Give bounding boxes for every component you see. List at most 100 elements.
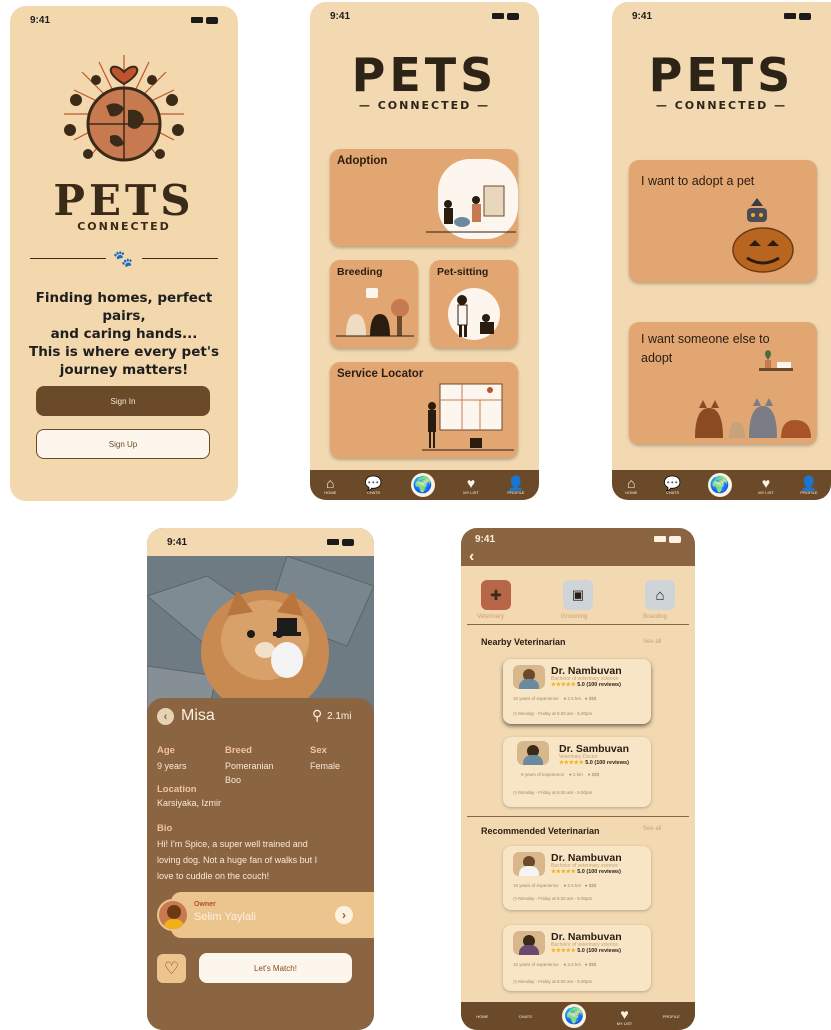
vet-avatar: [517, 741, 549, 765]
tagline: Finding homes, perfect pairs, and caring…: [28, 290, 219, 378]
cats-group-icon: [695, 398, 811, 438]
back-chevron-icon[interactable]: ‹: [469, 548, 474, 566]
map-board-icon: [422, 383, 514, 451]
nav-home[interactable]: ⌂ HOME: [625, 476, 637, 495]
vet-card[interactable]: Dr. Nambuvan Bachelor of veterinary scie…: [503, 659, 651, 724]
match-button[interactable]: Let's Match!: [199, 953, 352, 983]
nav-chats[interactable]: 💬 CHATS: [365, 476, 382, 495]
people-with-dog-icon: [426, 185, 516, 233]
nav-profile[interactable]: 👤 PROFILE: [507, 476, 524, 495]
sign-up-button[interactable]: Sign Up: [36, 429, 210, 459]
pet-distance: 2.1mi: [327, 711, 352, 722]
nav-my-list[interactable]: ♥ MY LIST: [617, 1007, 633, 1026]
globe-icon[interactable]: 🌍: [562, 1004, 587, 1028]
status-icons: [327, 538, 354, 546]
status-icons: [492, 12, 519, 20]
nav-chats[interactable]: 💬 CHATS: [664, 476, 681, 495]
category-veterinary[interactable]: ✚: [481, 580, 511, 610]
bottom-nav: HOME CHATS 🌍 ♥ MY LIST PROFILE: [461, 1002, 695, 1030]
status-time: 9:41: [475, 533, 496, 545]
pet-photo[interactable]: [147, 556, 374, 716]
vet-card[interactable]: Dr. Nambuvan Bachelor of veterinary scie…: [503, 925, 651, 991]
bottom-nav: ⌂ HOME 💬 CHATS 🌍 ♥ MY LIST 👤 PROFILE: [310, 470, 539, 500]
breeding-label: Breeding: [337, 266, 383, 278]
age-value: 9 years: [157, 761, 187, 771]
vet-hours: ◷ Monday - Friday at 8.00 am - 5.00pm: [513, 790, 593, 795]
vet-meta: 9 years of experience ● 2 km ● $$$: [521, 772, 600, 777]
status-time: 9:41: [30, 14, 51, 26]
nav-chats[interactable]: CHATS: [519, 1014, 532, 1019]
divider: [30, 258, 106, 259]
rehome-pet-option[interactable]: I want someone else to adopt: [629, 322, 817, 444]
app-title: PETS: [648, 48, 795, 102]
globe-icon[interactable]: 🌍: [707, 473, 732, 497]
status-icons: [784, 12, 811, 20]
breed-label: Breed: [225, 745, 252, 756]
nav-home[interactable]: ⌂ HOME: [324, 476, 336, 495]
vet-card[interactable]: Dr. Sambuvan Veterinary Doctor ★★★★★ 5.0…: [503, 737, 651, 807]
vet-avatar: [513, 665, 545, 689]
category-boarding[interactable]: ⌂: [645, 580, 675, 610]
vet-hours: ◷ Monday - Friday at 8.00 am - 5.00pm: [513, 711, 593, 716]
pet-profile-screen: 9:41 ‹ Misa ⚲ 2.1mi Age 9 years Breed Po…: [147, 528, 374, 1030]
chevron-right-icon[interactable]: ›: [335, 906, 353, 924]
chat-icon: 💬: [364, 474, 383, 491]
age-label: Age: [157, 745, 175, 756]
home-icon: ⌂: [627, 474, 636, 491]
services-menu-screen: 9:41 PETS — CONNECTED — Adoption Breedin…: [310, 2, 539, 500]
nav-profile[interactable]: 👤 PROFILE: [800, 476, 817, 495]
vet-rating: ★★★★★ 5.0 (100 reviews): [551, 948, 621, 954]
nav-my-list[interactable]: ♥ MY LIST: [758, 476, 774, 495]
adoption-label: Adoption: [337, 155, 388, 167]
paw-cross-icon: ✚: [490, 586, 502, 603]
app-title: PETS: [53, 176, 195, 225]
see-all-link[interactable]: See all: [643, 826, 661, 832]
category-label-veterinary: Veterinary: [477, 614, 505, 620]
status-icons: [654, 535, 681, 543]
status-icons: [191, 16, 218, 24]
pet-sitting-card[interactable]: Pet-sitting: [430, 260, 518, 348]
service-locator-label: Service Locator: [337, 368, 424, 380]
veterinarian-screen: 9:41 ‹ ✚ ▣ ⌂ Veterinary Grooming Boardin…: [461, 528, 695, 1030]
sex-label: Sex: [310, 745, 327, 756]
user-icon: 👤: [800, 474, 818, 491]
heart-icon: ♡: [163, 958, 180, 978]
see-all-link[interactable]: See all: [643, 639, 661, 645]
vet-card[interactable]: Dr. Nambuvan Bachelor of veterinary scie…: [503, 846, 651, 910]
breed-value: Pomeranian Boo: [225, 761, 274, 785]
bottom-nav: ⌂ HOME 💬 CHATS 🌍 ♥ MY LIST 👤 PROFILE: [612, 470, 831, 500]
favorite-button[interactable]: ♡: [157, 954, 186, 983]
vet-rating: ★★★★★ 5.0 (100 reviews): [559, 760, 629, 766]
star-icons: ★★★★★: [551, 948, 576, 954]
back-button[interactable]: ‹: [157, 708, 174, 725]
location-label: Location: [157, 784, 197, 795]
adopt-pet-label: I want to adopt a pet: [641, 174, 755, 188]
divider: [142, 258, 218, 259]
status-bar: 9:41: [461, 528, 695, 550]
sign-in-button[interactable]: Sign In: [36, 386, 210, 416]
category-grooming[interactable]: ▣: [563, 580, 593, 610]
pet-sitting-label: Pet-sitting: [437, 266, 489, 278]
vet-avatar: [513, 931, 545, 955]
category-label-grooming: Grooming: [561, 614, 588, 620]
category-label-boarding: Boarding: [643, 614, 668, 620]
status-bar: 9:41: [147, 528, 374, 556]
nav-profile[interactable]: PROFILE: [663, 1014, 680, 1019]
vet-meta: 10 years of experience ● 2.5 km ● $$$: [513, 962, 597, 967]
adopt-pet-option[interactable]: I want to adopt a pet: [629, 160, 817, 282]
cat-in-pumpkin-icon: [732, 198, 794, 273]
plant-shelf-icon: [759, 350, 793, 371]
app-subtitle: CONNECTED: [77, 220, 171, 233]
adoption-card[interactable]: Adoption: [330, 149, 518, 246]
service-locator-card[interactable]: Service Locator: [330, 362, 518, 458]
heart-icon: ♥: [466, 474, 476, 491]
bio-label: Bio: [157, 823, 173, 834]
globe-icon[interactable]: 🌍: [410, 473, 435, 497]
nav-home[interactable]: HOME: [476, 1014, 488, 1019]
chat-icon: 💬: [663, 474, 682, 491]
location-value: Karsiyaka, Izmir: [157, 798, 222, 808]
breeding-card[interactable]: Breeding: [330, 260, 418, 348]
vet-meta: 10 years of experience ● 2.5 km ● $$$: [513, 883, 597, 888]
app-title: PETS: [351, 48, 498, 102]
nav-my-list[interactable]: ♥ MY LIST: [463, 476, 479, 495]
